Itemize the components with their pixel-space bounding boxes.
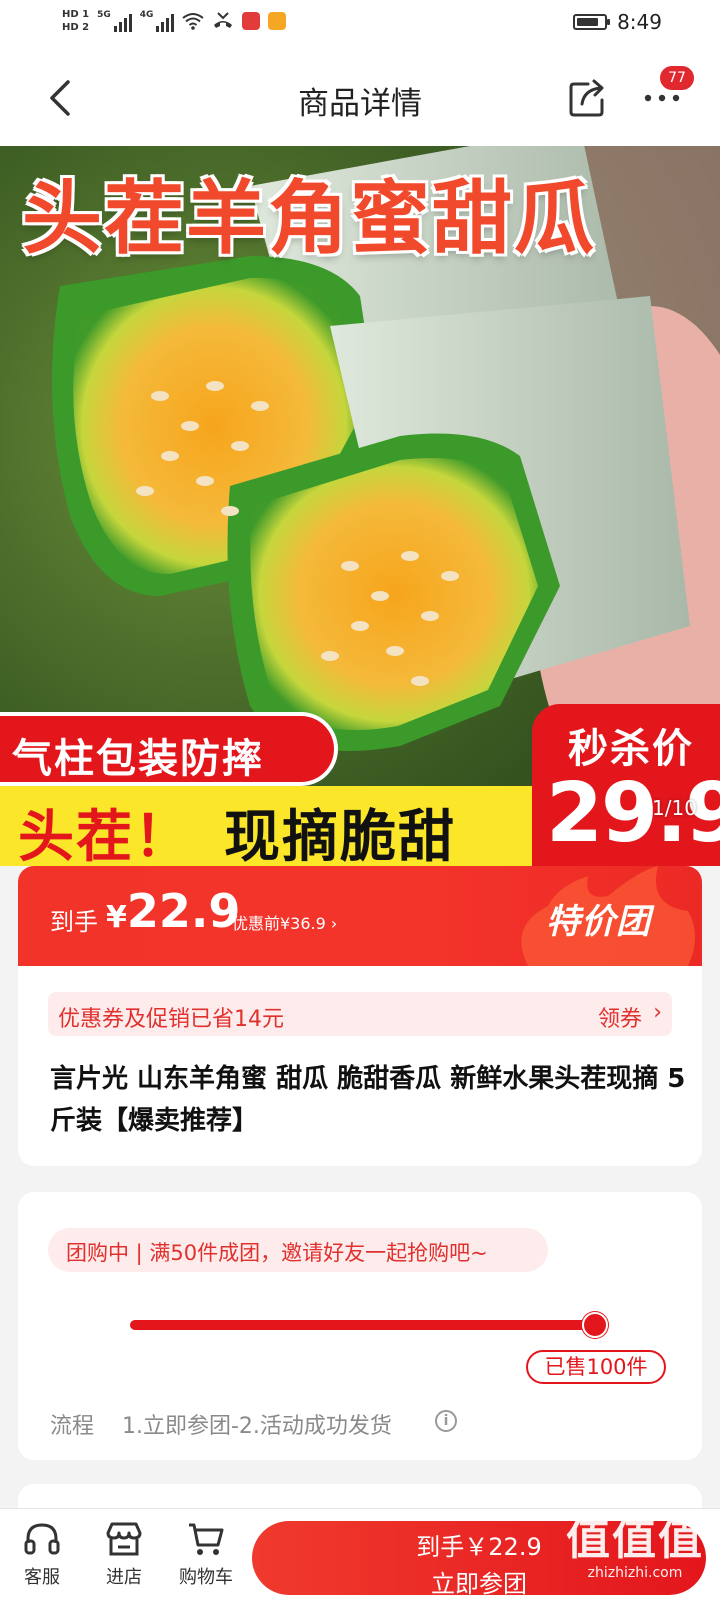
customer-service-button[interactable]: 客服: [12, 1519, 72, 1589]
cart-button[interactable]: 购物车: [176, 1519, 236, 1589]
hd1-label: HD 1: [62, 9, 90, 20]
status-bar: HD 1 HD 2 5G 4G 8:49: [0, 0, 720, 50]
flow-steps: 1.立即参团-2.活动成功发货: [122, 1414, 392, 1439]
product-detail-page: HD 1 HD 2 5G 4G 8:49 商品详情 77 头茬羊角蜜甜瓜 气柱包…: [0, 0, 720, 1600]
group-progress-bar: [130, 1320, 592, 1330]
info-icon[interactable]: i: [435, 1410, 457, 1432]
hd-indicator: HD 1 HD 2: [62, 8, 89, 34]
status-icons-left: HD 1 HD 2 5G 4G: [62, 8, 287, 34]
fresh-banner-red-text: 头茬！: [18, 805, 192, 866]
flash-sale-badge: 秒杀价 29.9: [532, 704, 720, 866]
chevron-right-icon: ›: [653, 1000, 662, 1025]
network-4g-label: 4G: [139, 10, 154, 20]
missed-call-icon: [214, 12, 233, 28]
packaging-banner: 气柱包装防摔: [0, 712, 338, 786]
original-price-link[interactable]: 优惠前¥36.9 ›: [232, 910, 337, 934]
final-price: ¥22.9: [106, 884, 240, 938]
image-counter: 1/10: [652, 796, 697, 820]
group-status-text: 团购中 | 满50件成团，邀请好友一起抢购吧~: [66, 1241, 488, 1265]
status-icons-right: 8:49: [573, 10, 662, 34]
price-bar: 到手 ¥22.9 优惠前¥36.9 › 特价团: [18, 866, 702, 966]
message-count-badge: 77: [660, 66, 694, 90]
cart-icon: [189, 1523, 224, 1555]
watermark-text: 值值值: [566, 1514, 704, 1565]
signal-5g-icon: 5G: [97, 10, 132, 32]
store-icon: [106, 1522, 142, 1556]
special-group-tag: 特价团: [546, 902, 651, 942]
page-title: 商品详情: [298, 86, 422, 122]
coupon-savings-text: 优惠券及促销已省14元: [58, 1007, 284, 1032]
flow-label: 流程: [50, 1414, 95, 1439]
network-5g-label: 5G: [97, 10, 111, 20]
fresh-banner-black-text: 现摘脆甜: [224, 805, 456, 866]
store-button[interactable]: 进店: [94, 1519, 154, 1589]
product-title: 言片光 山东羊角蜜 甜瓜 脆甜香瓜 新鲜水果头茬现摘 5斤装【爆卖推荐】: [50, 1064, 686, 1136]
product-image-carousel[interactable]: 头茬羊角蜜甜瓜 气柱包装防摔 头茬！ 现摘脆甜 秒杀价 29.9 1/10: [0, 146, 720, 866]
battery-icon: [573, 14, 611, 30]
progress-knob-icon: [582, 1312, 608, 1338]
fresh-banner: 头茬！ 现摘脆甜: [0, 786, 532, 866]
group-buy-card: 团购中 | 满50件成团，邀请好友一起抢购吧~ 已售100件 流程 1.立即参团…: [18, 1192, 702, 1460]
hero-title: 头茬羊角蜜甜瓜: [21, 171, 596, 267]
clock: 8:49: [617, 10, 662, 34]
coupon-bar[interactable]: 优惠券及促销已省14元 领券 ›: [48, 992, 672, 1036]
signal-4g-icon: 4G: [140, 10, 175, 32]
store-label: 进店: [106, 1567, 142, 1588]
book-app-icon: [242, 12, 261, 30]
hd2-label: HD 2: [62, 22, 90, 33]
nav-bar: 商品详情 77: [0, 50, 720, 146]
final-price-amount: 22.9: [126, 884, 241, 938]
customer-service-label: 客服: [24, 1567, 60, 1588]
final-price-label: 到手: [50, 908, 98, 936]
watermark-url: zhizhizhi.com: [587, 1565, 683, 1581]
share-icon[interactable]: [566, 76, 610, 120]
group-progress-fill: [130, 1320, 592, 1330]
group-status-pill: 团购中 | 满50件成团，邀请好友一起抢购吧~: [48, 1228, 548, 1272]
watermark-logo: 值值值 zhizhizhi.com: [560, 1513, 710, 1581]
bottom-action-bar: 客服 进店 购物车 到手￥22.9 立即参团 值值值 zhizhizhi.com: [0, 1508, 720, 1600]
packaging-text: 气柱包装防摔: [12, 736, 264, 782]
cart-label: 购物车: [179, 1567, 233, 1588]
yen-symbol: ¥: [106, 900, 127, 935]
headset-icon: [24, 1523, 60, 1555]
get-coupon-link[interactable]: 领券: [598, 1001, 642, 1033]
wifi-icon: [182, 13, 205, 30]
price-card: 到手 ¥22.9 优惠前¥36.9 › 特价团 优惠券及促销已省14元 领券 ›…: [18, 866, 702, 1166]
video-app-icon: [268, 12, 287, 30]
sold-count-badge: 已售100件: [526, 1350, 666, 1384]
